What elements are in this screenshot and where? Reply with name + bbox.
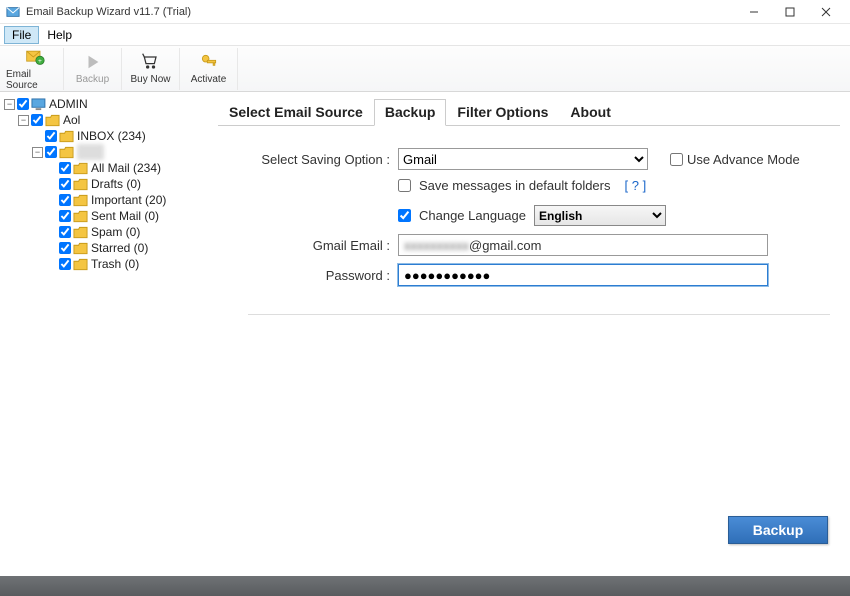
tab-about[interactable]: About (559, 99, 621, 126)
subfolder-checkbox[interactable] (59, 178, 71, 190)
window-title: Email Backup Wizard v11.7 (Trial) (26, 6, 736, 18)
tree-subfolder[interactable]: Starred (0) (2, 240, 210, 256)
folder-icon (73, 242, 88, 255)
tree-subfolder[interactable]: Sent Mail (0) (2, 208, 210, 224)
saving-option-label: Select Saving Option : (248, 152, 398, 167)
app-icon (6, 5, 20, 19)
subfolder-label: Important (20) (91, 192, 166, 208)
buy-now-button[interactable]: Buy Now (122, 48, 180, 90)
tree-root[interactable]: − ADMIN (2, 96, 210, 112)
subfolder-checkbox[interactable] (59, 242, 71, 254)
backup-tool-button: Backup (64, 48, 122, 90)
menu-bar: File Help (0, 24, 850, 46)
change-language-checkbox[interactable] (398, 209, 411, 222)
inbox-label: INBOX (234) (77, 128, 146, 144)
save-default-checkbox[interactable] (398, 179, 411, 192)
tab-backup[interactable]: Backup (374, 99, 447, 126)
close-button[interactable] (808, 0, 844, 24)
tree-subfolder[interactable]: Important (20) (2, 192, 210, 208)
collapse-icon[interactable]: − (18, 115, 29, 126)
subfolder-checkbox[interactable] (59, 210, 71, 222)
status-bar (0, 576, 850, 596)
folder-icon (73, 258, 88, 271)
email-source-button[interactable]: + Email Source (6, 48, 64, 90)
folder-icon (73, 194, 88, 207)
folder-icon (73, 226, 88, 239)
tree-account[interactable]: − Aol (2, 112, 210, 128)
change-language-label: Change Language (419, 208, 526, 223)
cart-icon (141, 52, 161, 72)
folder-icon (73, 178, 88, 191)
folder-icon (73, 210, 88, 223)
root-checkbox[interactable] (17, 98, 29, 110)
minimize-button[interactable] (736, 0, 772, 24)
help-link[interactable]: [ ? ] (625, 178, 647, 193)
backup-tool-label: Backup (76, 74, 109, 85)
backup-panel: Select Saving Option : Gmail Use Advance… (218, 126, 840, 325)
svg-text:+: + (38, 57, 42, 64)
tree-subfolder[interactable]: Drafts (0) (2, 176, 210, 192)
advance-mode-label: Use Advance Mode (687, 152, 800, 167)
divider (248, 314, 830, 315)
subfolder-label: All Mail (234) (91, 160, 161, 176)
buy-now-label: Buy Now (130, 74, 170, 85)
saving-option-select[interactable]: Gmail (398, 148, 648, 170)
password-input[interactable] (398, 264, 768, 286)
subfolder-label: Spam (0) (91, 224, 140, 240)
tree-subfolder[interactable]: Trash (0) (2, 256, 210, 272)
account-label: Aol (63, 112, 80, 128)
inbox-checkbox[interactable] (45, 130, 57, 142)
email-source-label: Email Source (6, 69, 63, 91)
menu-help[interactable]: Help (39, 26, 80, 44)
tab-strip: Select Email Source Backup Filter Option… (218, 98, 840, 126)
advance-mode-checkbox[interactable] (670, 153, 683, 166)
activate-button[interactable]: Activate (180, 48, 238, 90)
gmail-email-label: Gmail Email : (248, 238, 398, 253)
gmail-email-input[interactable]: xxxxxxxxxx@gmail.com (398, 234, 768, 256)
title-bar: Email Backup Wizard v11.7 (Trial) (0, 0, 850, 24)
key-icon (199, 52, 219, 72)
tab-select-source[interactable]: Select Email Source (218, 99, 374, 126)
gmail-checkbox[interactable] (45, 146, 57, 158)
gmail-root-label (77, 144, 104, 160)
tree-subfolder[interactable]: Spam (0) (2, 224, 210, 240)
folder-icon (59, 130, 74, 143)
subfolder-label: Trash (0) (91, 256, 139, 272)
monitor-icon (31, 98, 46, 111)
tree-inbox[interactable]: INBOX (234) (2, 128, 210, 144)
main-area: − ADMIN − Aol INBOX (234) − All Mail (23… (0, 92, 850, 576)
menu-file[interactable]: File (4, 26, 39, 44)
folder-icon (59, 146, 74, 159)
root-label: ADMIN (49, 96, 88, 112)
subfolder-checkbox[interactable] (59, 194, 71, 206)
folder-icon (45, 114, 60, 127)
email-source-icon: + (25, 47, 45, 67)
maximize-button[interactable] (772, 0, 808, 24)
language-select[interactable]: English (534, 205, 666, 226)
collapse-icon[interactable]: − (4, 99, 15, 110)
subfolder-checkbox[interactable] (59, 258, 71, 270)
save-default-label: Save messages in default folders (419, 178, 611, 193)
collapse-icon[interactable]: − (32, 147, 43, 158)
tree-gmail-root[interactable]: − (2, 144, 210, 160)
toolbar: + Email Source Backup Buy Now Activate (0, 46, 850, 92)
subfolder-checkbox[interactable] (59, 162, 71, 174)
subfolder-label: Starred (0) (91, 240, 148, 256)
folder-icon (73, 162, 88, 175)
tree-subfolder[interactable]: All Mail (234) (2, 160, 210, 176)
subfolder-checkbox[interactable] (59, 226, 71, 238)
activate-label: Activate (191, 74, 227, 85)
folder-tree: − ADMIN − Aol INBOX (234) − All Mail (23… (0, 92, 212, 576)
play-icon (83, 52, 103, 72)
content-pane: Select Email Source Backup Filter Option… (212, 92, 850, 576)
backup-button[interactable]: Backup (728, 516, 828, 544)
account-checkbox[interactable] (31, 114, 43, 126)
tab-filter-options[interactable]: Filter Options (446, 99, 559, 126)
password-label: Password : (248, 268, 398, 283)
subfolder-label: Sent Mail (0) (91, 208, 159, 224)
advance-mode-wrap[interactable]: Use Advance Mode (670, 152, 800, 167)
subfolder-label: Drafts (0) (91, 176, 141, 192)
